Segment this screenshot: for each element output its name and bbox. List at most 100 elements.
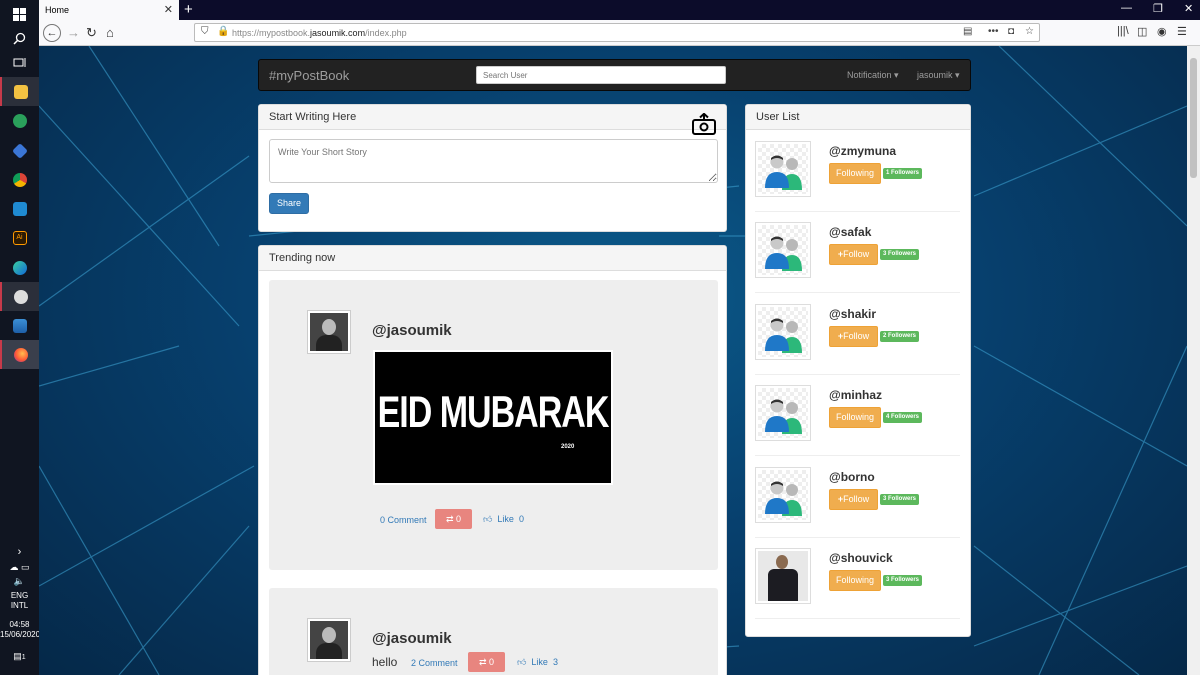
caret-down-icon: ▾ [894,70,899,80]
post-username[interactable]: @jasoumik [372,630,452,647]
scrollbar-thumb[interactable] [1190,58,1197,178]
follow-button[interactable]: +Follow [829,244,878,265]
user-label: jasoumik [917,70,953,80]
new-tab-icon[interactable]: + [184,0,193,20]
follow-button[interactable]: Following [829,407,881,428]
user-name[interactable]: @minhaz [829,388,882,402]
brand-logo[interactable]: #myPostBook [269,68,349,83]
like-label: Like [497,514,514,524]
post-image[interactable]: EID MUBARAK 2020 [373,350,613,485]
illustrator-icon[interactable]: Ai [0,223,39,252]
post-avatar[interactable] [307,310,351,354]
post-avatar[interactable] [307,618,351,662]
repost-icon: ⇄ [478,657,487,667]
minimize-icon[interactable]: — [1121,2,1132,14]
layout-label: INTL [10,601,29,610]
user-name[interactable]: @shouvick [829,551,893,565]
repost-button[interactable]: ⇄ 0 [435,509,472,529]
user-avatar[interactable] [755,548,811,604]
tab-home[interactable]: Home ✕ [39,0,179,20]
repost-count: 0 [456,514,462,524]
follow-button[interactable]: Following [829,163,881,184]
caret-down-icon: ▾ [955,70,960,80]
bookmark-star-icon[interactable]: ☆ [1025,26,1034,37]
forward-icon[interactable]: → [67,24,80,42]
volume-icon[interactable]: 🔈 [0,576,39,586]
follow-button[interactable]: +Follow [829,489,878,510]
page-scrollbar[interactable] [1187,46,1200,675]
firefox-icon[interactable] [0,340,39,369]
language-indicator[interactable]: ENG INTL [0,591,39,611]
user-photo [758,551,808,601]
search-user-input[interactable] [476,66,726,84]
follow-button[interactable]: Following [829,570,881,591]
post-username[interactable]: @jasoumik [372,322,452,339]
story-textarea[interactable] [269,139,718,183]
restore-icon[interactable]: ❐ [1153,2,1163,15]
page-actions-icon[interactable]: ••• [988,26,999,37]
like-button[interactable]: 👍︎ Like 0 [483,514,524,525]
thumbs-up-icon: 👍︎ [483,514,493,524]
follow-button-label: Following [835,168,875,178]
composer-title: Start Writing Here [259,105,726,130]
clock-date: 15/06/2020 [0,630,41,639]
cloud-network-icon[interactable]: ☁ ▭ [0,562,39,572]
user-dropdown[interactable]: jasoumik ▾ [917,70,960,81]
like-button[interactable]: 👍︎ Like 3 [517,657,558,668]
account-icon[interactable]: ◉ [1157,25,1167,38]
user-avatar[interactable] [755,304,811,360]
window-close-icon[interactable]: ✕ [1184,2,1193,15]
photos-icon[interactable] [0,311,39,340]
reader-view-icon[interactable]: ▤ [963,26,972,37]
home-icon[interactable]: ⌂ [106,24,114,42]
sidebar-icon[interactable]: ◫ [1137,25,1147,38]
chrome-icon[interactable] [0,165,39,194]
shield-icon[interactable]: ⛉ [201,26,209,37]
user-avatar[interactable] [755,222,811,278]
file-explorer-icon[interactable] [0,77,39,106]
comment-link[interactable]: 0 Comment [380,515,427,525]
user-name[interactable]: @shakir [829,307,876,321]
user-name[interactable]: @borno [829,470,875,484]
user-list-panel: User List @zmymuna Following 1 Followers @s… [745,104,971,637]
user-avatar[interactable] [755,385,811,441]
user-list-item: @shouvick Following 3 Followers [755,539,960,619]
back-icon[interactable]: ← [43,24,61,42]
default-avatar-icon [758,144,808,194]
menu-icon[interactable]: ☰ [1177,25,1187,38]
reload-icon[interactable]: ↻ [86,24,97,42]
upload-photo-icon[interactable] [692,113,716,135]
like-count: 3 [552,657,558,667]
user-avatar[interactable] [755,467,811,523]
user-list-item: @borno +Follow 3 Followers [755,458,960,538]
notification-dropdown[interactable]: Notification ▾ [847,70,899,81]
app-green-icon[interactable] [0,106,39,135]
follow-button-label: Following [835,575,875,585]
user-photo [310,621,348,659]
edge-icon[interactable] [0,253,39,282]
clock[interactable]: 04:58 15/06/2020 [0,620,41,640]
app-gray-icon[interactable] [0,282,39,311]
default-avatar-icon [758,470,808,520]
windows-taskbar: Ai › ☁ ▭ 🔈 ENG INTL 04:58 15/06/2020 ▤1 [0,0,41,675]
post-card: @jasoumik hello 2 Comment ⇄ 0 👍︎ Like 3 [269,588,718,675]
comment-link[interactable]: 2 Comment [411,658,458,668]
browser-tab-bar: Home ✕ + — ❐ ✕ [39,0,1200,20]
chevron-up-icon[interactable]: › [0,547,39,558]
lock-icon[interactable]: 🔒 [217,26,229,37]
user-avatar[interactable] [755,141,811,197]
task-view-icon[interactable] [0,48,39,77]
follow-button[interactable]: +Follow [829,326,878,347]
notification-center-icon[interactable]: ▤1 [0,651,39,663]
share-button[interactable]: Share [269,193,309,214]
user-name[interactable]: @zmymuna [829,144,896,158]
git-icon[interactable] [0,136,39,165]
close-tab-icon[interactable]: ✕ [164,3,173,16]
library-icon[interactable]: |||\ [1117,25,1129,37]
vscode-icon[interactable] [0,194,39,223]
post-image-year: 2020 [561,444,575,450]
repost-button[interactable]: ⇄ 0 [468,652,505,672]
pocket-icon[interactable]: ◘ [1008,26,1014,37]
user-name[interactable]: @safak [829,225,871,239]
address-bar[interactable]: ⛉ 🔒 https://mypostbook.jasoumik.com/inde… [194,23,1040,42]
